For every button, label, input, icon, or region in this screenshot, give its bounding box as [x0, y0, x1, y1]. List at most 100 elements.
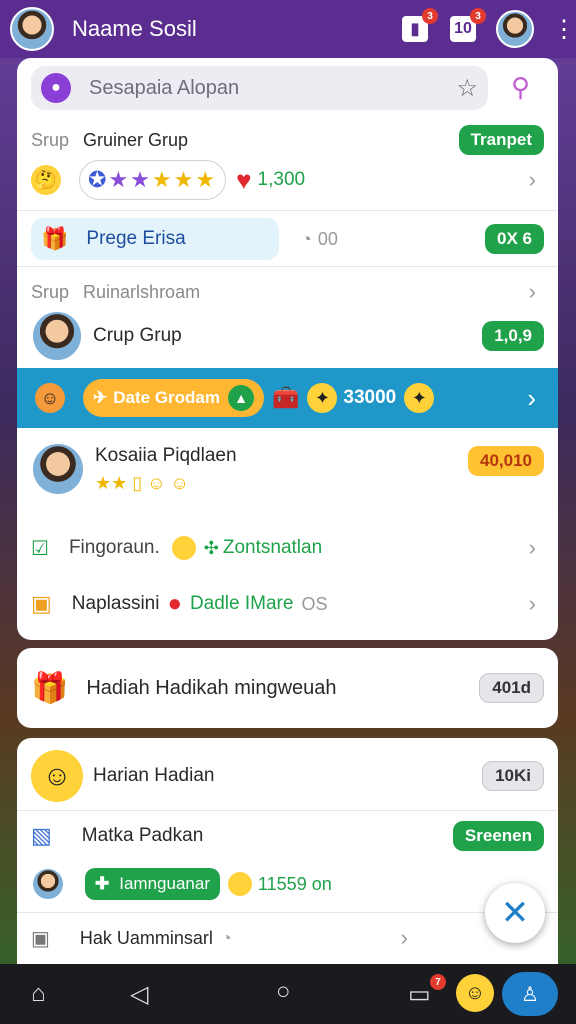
crup-row[interactable]: Crup Grup 1,0,9 [17, 308, 558, 364]
star-rating: ✪ ★ ★ ★ ★ ★ [79, 160, 227, 200]
emoji-shortcut-icon[interactable]: ☺ [456, 974, 494, 1012]
list-item-1[interactable]: ☺ Harian Hadian 10Ki [17, 744, 558, 808]
user-avatar [31, 442, 85, 496]
user-avatar [31, 867, 65, 901]
character-icon: ☺ [35, 383, 65, 413]
chevron-right-icon[interactable]: › [529, 591, 536, 617]
gift-icon: 🎁 [41, 226, 69, 251]
coin-icon [227, 872, 252, 896]
score-row[interactable]: 🤔 ✪ ★ ★ ★ ★ ★ ♥ 1,300 › [17, 158, 558, 202]
group-row-1[interactable]: Srup Gruiner Grup Tranpet [17, 118, 558, 162]
promo-side: ◔ 00 0X 6 [287, 218, 558, 260]
assistant-icon[interactable]: ● [41, 73, 71, 103]
score-value: 1,300 [257, 169, 306, 190]
user-avatar [31, 310, 83, 362]
more-menu-icon[interactable]: ⋮ [552, 15, 576, 44]
back-icon[interactable]: ◁ [130, 980, 148, 1009]
group-name: Ruinarlshroam [83, 281, 201, 302]
nav-badge: 7 [430, 974, 446, 990]
chevron-right-icon[interactable]: › [527, 383, 536, 414]
ghost-icon: ◔ [220, 927, 232, 948]
star-icon: ★ [130, 167, 150, 192]
kosaia-pill[interactable]: 40,010 [468, 446, 544, 476]
hadiah-name: Hadiah Hadikah mingweuah [86, 676, 337, 699]
close-fab-button[interactable]: ✕ [485, 883, 545, 943]
badge-icon: ✪ [88, 167, 107, 192]
chest-icon: 🧰 [272, 385, 300, 410]
list-item-4[interactable]: ▣ Hak Uamminsarl ◔ › [17, 918, 558, 958]
main-card: ● Sesapaia Alopan ☆ ⚲ Srup Gruiner Grup … [17, 58, 558, 640]
item-pill[interactable]: Sreenen [452, 821, 544, 851]
coin-icon: ✦ [404, 383, 435, 413]
promo-pill[interactable]: 0X 6 [485, 224, 544, 254]
promo-label: Prege Erisa [86, 228, 186, 249]
fingo-row[interactable]: ☑ Fingoraun. ✣ Zontsnatlan › [17, 528, 558, 568]
hadiah-pill[interactable]: 401d [479, 673, 544, 703]
napla-name: Naplassini [71, 593, 160, 614]
hadiah-card[interactable]: 🎁 Hadiah Hadikah mingweuah 401d [17, 648, 558, 728]
smile-icon: ☺ [31, 750, 83, 802]
chevron-right-icon[interactable]: › [529, 167, 536, 193]
checkbox-icon: ☑ [31, 537, 49, 560]
profile-shortcut-icon[interactable]: ♙ [502, 972, 558, 1016]
search-input[interactable]: Sesapaia Alopan [89, 77, 456, 100]
red-dot-icon: ● [167, 590, 182, 617]
crup-name: Crup Grup [93, 325, 182, 346]
plus-icon: ✚ [95, 874, 110, 893]
item-name: Harian Hadian [93, 765, 215, 786]
window-icon: ▣ [31, 927, 50, 950]
list-item-3[interactable]: ✚ Iamnguanar 11559 on [17, 864, 558, 904]
kosaia-row[interactable]: Kosaiia Piqdlaen ★★ ▯ ☺ ☺ 40,010 [17, 434, 558, 504]
mail-icon[interactable]: 10 3 [448, 8, 486, 44]
home-circle-icon[interactable]: ○ [276, 978, 291, 1006]
secondary-avatar[interactable] [496, 10, 534, 48]
kosaia-name: Kosaiia Piqdlaen [95, 444, 237, 466]
search-bar[interactable]: ● Sesapaia Alopan ☆ [31, 66, 488, 110]
gift-icon: 🎁 [31, 671, 69, 705]
item-name: Matka Padkan [81, 825, 204, 846]
notification-icon[interactable]: ▮ 3 [400, 8, 438, 44]
group-label: Srup [31, 281, 70, 302]
box-icon: ▣ [31, 591, 52, 616]
top-app-bar: Naame Sosil ▮ 3 10 3 ⋮ [0, 0, 576, 58]
smile-icon [171, 536, 196, 560]
system-nav-bar: ⌂ ◁ ○ ▭ 7 ☺ ♙ [0, 964, 576, 1024]
ghost-icon: ◔ [301, 228, 312, 249]
star-icon[interactable]: ☆ [456, 74, 478, 103]
thinking-emoji-icon: 🤔 [31, 165, 61, 195]
chevron-right-icon[interactable]: › [401, 925, 408, 951]
promo-chip[interactable]: 🎁 Prege Erisa [31, 218, 279, 260]
napla-row[interactable]: ▣ Naplassini ● Dadle IMare OS › [17, 584, 558, 624]
group-status-pill[interactable]: Tranpet [458, 125, 544, 155]
list-card: ☺ Harian Hadian 10Ki ▧ Matka Padkan Sree… [17, 738, 558, 964]
star-icon: ★ [151, 167, 172, 192]
notification-badge: 3 [422, 8, 438, 24]
coin-icon: ✦ [307, 383, 338, 413]
band-value: 33000 [343, 387, 397, 408]
tag-icon: ▧ [31, 823, 52, 848]
search-icon[interactable]: ⚲ [511, 72, 530, 103]
crup-pill[interactable]: 1,0,9 [482, 321, 544, 351]
chevron-right-icon[interactable]: › [529, 279, 536, 305]
mail-badge: 3 [470, 8, 486, 24]
group-label: Srup [31, 129, 70, 150]
date-pill[interactable]: ✈ Date Grodam ▲ [83, 379, 264, 417]
heart-icon: ♥ [236, 164, 252, 195]
featured-band[interactable]: ☺ ✈ Date Grodam ▲ 🧰 ✦ 33000 ✦ › [17, 368, 558, 428]
star-icon: ★ [173, 167, 194, 192]
hadiah-row[interactable]: 🎁 Hadiah Hadikah mingweuah 401d [17, 648, 558, 728]
app-title: Naame Sosil [72, 16, 197, 41]
group-name: Gruiner Grup [83, 129, 189, 150]
napla-green: Dadle IMare [189, 593, 294, 614]
recents-icon[interactable]: ▭ [408, 980, 431, 1009]
star-icon: ★ [108, 167, 129, 192]
profile-avatar[interactable] [10, 7, 54, 51]
paper-plane-icon: ✈ [93, 388, 108, 407]
home-up-icon[interactable]: ⌂ [31, 980, 46, 1008]
chevron-right-icon[interactable]: › [529, 535, 536, 561]
item-value: 11559 on [257, 873, 332, 894]
item-green-pill[interactable]: ✚ Iamnguanar [85, 868, 220, 900]
list-item-2[interactable]: ▧ Matka Padkan Sreenen [17, 816, 558, 856]
item-pill[interactable]: 10Ki [482, 761, 544, 791]
star-icon: ★ [195, 167, 216, 192]
